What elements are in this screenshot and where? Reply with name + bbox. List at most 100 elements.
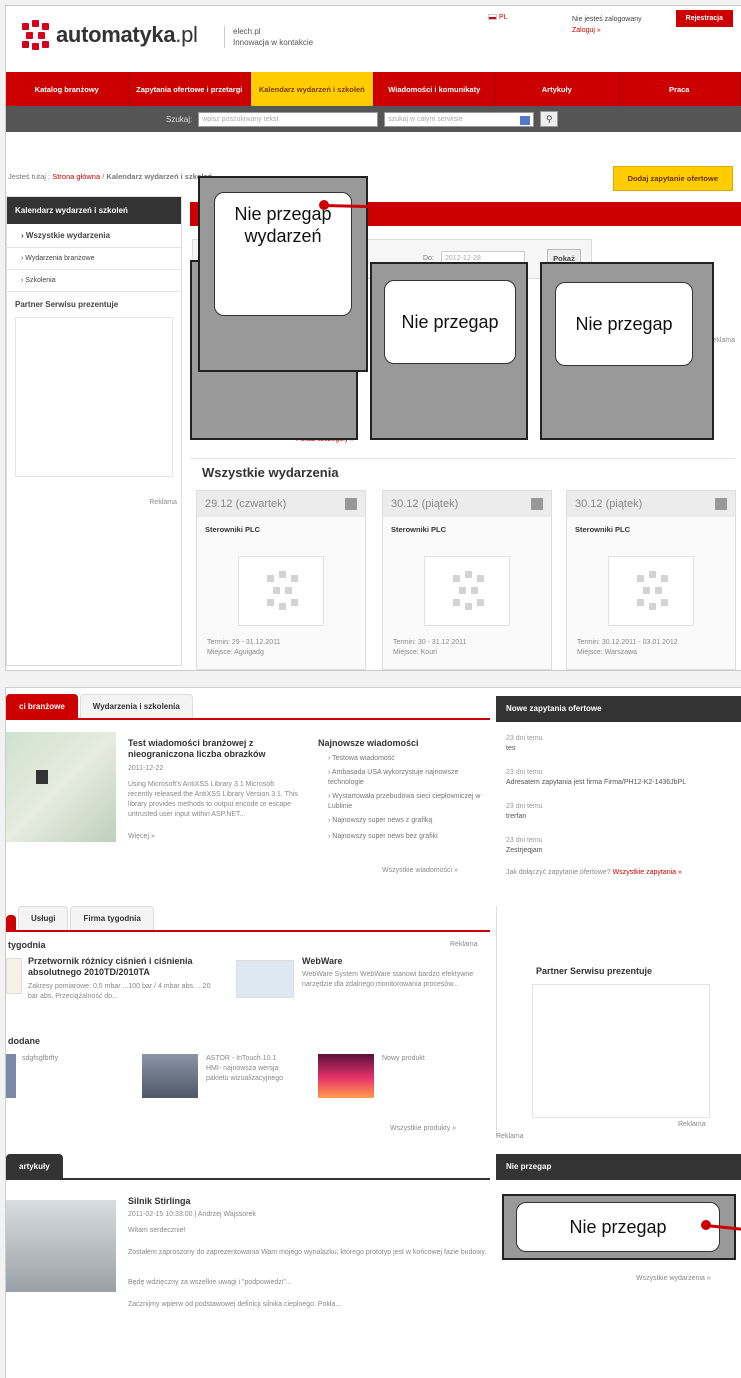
all-products-link[interactable]: Wszystkie produkty »	[390, 1124, 456, 1134]
inquiry-item[interactable]: 23 dni temu Zestrjeqjam	[506, 836, 543, 856]
dont-miss-header: Nie przegap	[496, 1154, 741, 1180]
latest-item[interactable]: › Wystartowała przebudowa sieci ciepłown…	[328, 792, 488, 812]
overlay-right-label: Nie przegap	[555, 282, 693, 366]
brand-name: automatyka.pl	[56, 22, 198, 47]
all-inquiries-link[interactable]: Wszystkie zapytania »	[613, 869, 682, 876]
search-icon: ⚲	[545, 113, 553, 124]
product-title[interactable]: WebWare	[302, 956, 343, 967]
section-title: Wszystkie wydarzenia	[202, 465, 339, 480]
language-switch[interactable]: PL	[488, 14, 508, 21]
news-body: Using Microsoft's AntiXSS Library 3.1 Mi…	[128, 781, 298, 818]
latest-news-title: Najnowsze wiadomości	[318, 738, 419, 748]
event-meta: Termin: 30 - 31.12.2011 Miejsce: Kouri	[393, 639, 467, 656]
search-scope-select[interactable]: szukaj w całym serwisie	[384, 111, 535, 127]
home-page-screenshot: ci branżowe Wydarzenia i szkolenia Test …	[6, 688, 741, 1378]
search-button[interactable]: ⚲	[540, 111, 559, 127]
event-thumbnail	[424, 556, 510, 626]
latest-item[interactable]: › Najnowszy super news bez grafiki	[328, 832, 438, 842]
add-inquiry-button[interactable]: Dodaj zapytanie ofertowe	[612, 166, 733, 191]
latest-item[interactable]: › Ambasada USA wykorzystuje najnowsze te…	[328, 768, 488, 788]
tab-underline	[6, 718, 490, 720]
product-image[interactable]	[142, 1054, 198, 1098]
catalog-tabs: Usługi Firma tygodnia	[6, 906, 156, 930]
added-item[interactable]: ASTOR - InTouch 10.1 HMI- najnowsza wers…	[206, 1054, 292, 1084]
search-input[interactable]: wpisz poszukiwany tekst	[198, 111, 379, 127]
nav-calendar[interactable]: Kalendarz wydarzeń i szkoleń	[251, 72, 374, 106]
partner-tagline[interactable]: elech.pl Innowacja w kontakcie	[224, 26, 313, 48]
person-icon	[531, 498, 543, 510]
product-image[interactable]	[6, 958, 22, 994]
breadcrumb-home[interactable]: Strona główna	[52, 172, 100, 181]
main-nav: Katalog branżowy Zapytania ofertowe i pr…	[6, 72, 741, 106]
event-title[interactable]: Sterowniki PLC	[567, 517, 735, 542]
login-status: Nie jesteś zalogowany	[572, 16, 642, 23]
register-button[interactable]: Rejestracja	[675, 10, 733, 27]
event-thumbnail	[608, 556, 694, 626]
product-title[interactable]: Przetwornik różnicy ciśnień i ciśnienia …	[28, 956, 208, 978]
login-link[interactable]: Zaloguj »	[572, 25, 642, 36]
added-item[interactable]: Nowy produkt	[382, 1054, 425, 1064]
tab-articles[interactable]: artykuły	[6, 1154, 63, 1178]
all-news-link[interactable]: Wszystkie wiadomości »	[382, 866, 458, 876]
partner-heading: Partner Serwisu prezentuje	[536, 966, 653, 976]
event-meta: Termin: 29 - 31.12.2011 Miejsce: Aguigadg	[207, 639, 281, 656]
pointer-dot	[701, 1220, 711, 1230]
overlay-mid-label: Nie przegap	[384, 280, 516, 364]
tab-company-of-week[interactable]: Firma tygodnia	[70, 906, 154, 930]
nav-inquiries[interactable]: Zapytania ofertowe i przetargi	[129, 72, 251, 106]
tab-services[interactable]: Usługi	[18, 906, 69, 930]
added-heading: dodane	[8, 1036, 41, 1046]
tab-active[interactable]	[6, 915, 16, 930]
sidebar-ad-box[interactable]	[15, 317, 173, 477]
event-title[interactable]: Sterowniki PLC	[383, 517, 551, 542]
sidebar-item-all-events[interactable]: › Wszystkie wydarzenia	[7, 224, 181, 248]
product-body: WebWare System WebWare stanowi bardzo ef…	[302, 971, 474, 988]
article-image[interactable]	[6, 1200, 116, 1292]
product-image[interactable]	[6, 1054, 16, 1098]
latest-item[interactable]: › Najnowszy super news z grafiką	[328, 816, 432, 826]
article-title[interactable]: Silnik Stirlinga	[128, 1196, 191, 1207]
event-date: 30.12 (piątek)	[575, 498, 643, 510]
news-title[interactable]: Test wiadomości branżowej z nieograniczo…	[128, 738, 298, 760]
inquiry-item[interactable]: 23 dni temu tes	[506, 734, 543, 754]
event-meta: Termin: 30.12.2011 - 03.01.2012 Miejsce: …	[577, 639, 678, 656]
nav-catalog[interactable]: Katalog branżowy	[6, 72, 129, 106]
search-label: Szukaj:	[166, 114, 193, 124]
news-more-link[interactable]: Więcej »	[128, 832, 155, 842]
inquiry-item[interactable]: 23 dni temu Adresatem zapytania jest firm…	[506, 768, 738, 788]
tab-events[interactable]: Wydarzenia i szkolenia	[79, 694, 193, 718]
week-ad-label: Reklama	[450, 941, 478, 948]
latest-item[interactable]: › Testowa wiadomość	[328, 754, 395, 764]
logo-mark-icon	[20, 20, 50, 50]
person-icon	[715, 498, 727, 510]
event-title[interactable]: Sterowniki PLC	[197, 517, 365, 542]
all-events-link[interactable]: Wszystkie wydarzenia »	[636, 1274, 711, 1284]
event-card[interactable]: 30.12 (piątek) Sterowniki PLC Termin: 30…	[382, 490, 552, 670]
section-divider	[190, 458, 735, 459]
tab-underline	[6, 930, 490, 932]
product-image[interactable]	[236, 960, 294, 998]
nav-articles[interactable]: Artykuły	[496, 72, 619, 106]
partner-ad-box[interactable]	[532, 984, 710, 1118]
partner-ad-label: Reklama	[678, 1121, 706, 1128]
sidebar-item-industry-events[interactable]: › Wydarzenia branżowe	[7, 248, 181, 270]
product-image[interactable]	[318, 1054, 374, 1098]
event-date: 29.12 (czwartek)	[205, 498, 287, 510]
articles-tabs: artykuły	[6, 1154, 65, 1178]
article-meta: 2011-02-15 10:33:00 | Andrzej Wajssorek	[128, 1211, 256, 1218]
event-card[interactable]: 29.12 (czwartek) Sterowniki PLC Termin: …	[196, 490, 366, 670]
event-date: 30.12 (piątek)	[391, 498, 459, 510]
nav-news[interactable]: Wiadomości i komunikaty	[374, 72, 496, 106]
inquiry-help-link[interactable]: Jak dołączyć zapytanie ofertowe? Wszystk…	[506, 868, 682, 878]
tab-industry-news[interactable]: ci branżowe	[6, 694, 78, 718]
article-paragraph: Zacznijmy wpierw od podstawowej definicj…	[128, 1301, 342, 1308]
breadcrumb: Jesteś tutaj : Strona główna / Kalendarz…	[8, 172, 213, 181]
inquiry-item[interactable]: 23 dni temu trerfan	[506, 802, 543, 822]
events-page-screenshot: automatyka.pl elech.pl Innowacja w kontak…	[6, 6, 741, 670]
added-item[interactable]: sdgfsgfbrfty	[22, 1054, 58, 1064]
news-image[interactable]	[6, 732, 116, 842]
event-card[interactable]: 30.12 (piątek) Sterowniki PLC Termin: 30…	[566, 490, 736, 670]
site-logo[interactable]: automatyka.pl	[20, 20, 198, 50]
sidebar-item-trainings[interactable]: › Szkolenia	[7, 270, 181, 292]
nav-jobs[interactable]: Praca	[619, 72, 741, 106]
